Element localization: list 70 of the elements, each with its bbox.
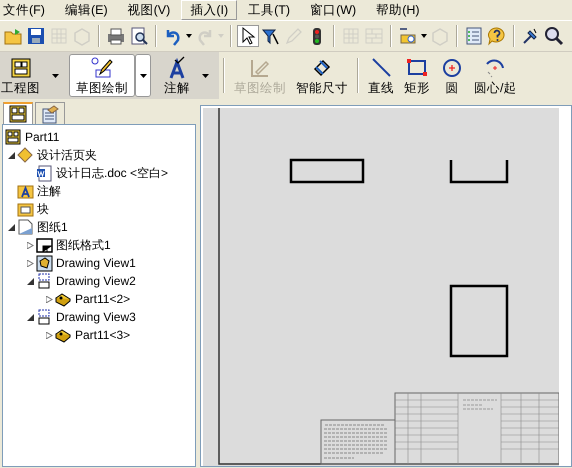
tree-item[interactable]: Part11 bbox=[22, 128, 60, 146]
printer-icon bbox=[106, 26, 126, 46]
menu-item[interactable]: 窗口(W) bbox=[301, 0, 366, 20]
folder-icon bbox=[3, 26, 23, 46]
block-folder-icon bbox=[17, 200, 34, 218]
zoom-button[interactable] bbox=[543, 25, 565, 47]
collapse-icon[interactable] bbox=[8, 152, 14, 158]
expand-icon[interactable] bbox=[26, 260, 34, 266]
expand-icon[interactable] bbox=[46, 332, 52, 338]
menu-item[interactable]: 编辑(E) bbox=[56, 0, 117, 20]
tree-item[interactable]: Drawing View3 bbox=[53, 308, 136, 326]
expand-icon[interactable] bbox=[46, 296, 52, 302]
print-preview-icon bbox=[129, 26, 149, 46]
tree-item[interactable]: 设计日志.doc <空白> bbox=[53, 164, 168, 182]
save-button[interactable] bbox=[25, 25, 47, 47]
tree-item[interactable]: 图纸格式1 bbox=[53, 236, 111, 254]
command-tab[interactable]: 注解 bbox=[157, 54, 197, 97]
part-icon bbox=[55, 290, 72, 308]
collapse-icon[interactable] bbox=[8, 224, 14, 230]
grid-icon bbox=[49, 26, 69, 46]
pencil-icon bbox=[284, 26, 304, 46]
tree-item[interactable]: 设计活页夹 bbox=[34, 146, 97, 164]
sketch-icon bbox=[90, 56, 114, 80]
drawing-icon bbox=[5, 128, 22, 146]
diamond-icon bbox=[17, 146, 34, 164]
checklist-icon bbox=[464, 26, 484, 46]
zoom-icon bbox=[544, 26, 564, 46]
caret-icon bbox=[140, 74, 146, 78]
property-icon bbox=[40, 104, 60, 124]
tool-button[interactable]: 智能尺寸 bbox=[291, 52, 353, 99]
command-tab[interactable]: 草图绘制 bbox=[69, 54, 135, 97]
tool-button[interactable]: 圆 bbox=[435, 52, 469, 99]
caret-icon bbox=[186, 34, 192, 38]
command-tab[interactable]: 工程图 bbox=[0, 54, 47, 97]
caret-icon bbox=[202, 74, 208, 78]
tool-button[interactable]: 直线 bbox=[363, 52, 399, 99]
menu-item[interactable]: 视图(V) bbox=[118, 0, 180, 20]
tree-item[interactable]: Part11<2> bbox=[72, 290, 130, 308]
menu-item[interactable]: 帮助(H) bbox=[367, 0, 429, 20]
menu-item[interactable]: 工具(T) bbox=[239, 0, 300, 20]
tree-item[interactable]: Part11<3> bbox=[72, 326, 130, 344]
sheet-format-icon bbox=[36, 236, 53, 254]
grid-icon bbox=[341, 26, 361, 46]
tool-button[interactable]: 圆心/起 bbox=[469, 52, 522, 99]
document-icon bbox=[36, 164, 53, 182]
tree-item[interactable]: 注解 bbox=[34, 182, 61, 200]
tool-button[interactable]: 矩形 bbox=[399, 52, 435, 99]
part-icon bbox=[55, 326, 72, 344]
expand-icon[interactable] bbox=[26, 242, 34, 248]
sheet-icon bbox=[17, 218, 34, 236]
menu-item[interactable]: 插入(I) bbox=[181, 0, 238, 20]
caret-icon bbox=[421, 34, 427, 38]
panel-tab[interactable] bbox=[35, 102, 65, 124]
caret-icon bbox=[52, 74, 58, 78]
tree-item[interactable]: 块 bbox=[34, 200, 49, 218]
tree-item[interactable]: Drawing View2 bbox=[53, 272, 136, 290]
annotation-folder-icon bbox=[17, 182, 34, 200]
collapse-icon[interactable] bbox=[26, 314, 34, 320]
menu-item[interactable]: 文件(F) bbox=[0, 0, 54, 20]
help-icon bbox=[487, 26, 507, 46]
save-icon bbox=[26, 26, 46, 46]
collapse-icon[interactable] bbox=[26, 278, 34, 284]
tree-item[interactable]: 图纸1 bbox=[34, 218, 68, 236]
drawing-icon bbox=[8, 56, 32, 80]
brick-icon bbox=[364, 26, 384, 46]
tree-item[interactable]: Drawing View1 bbox=[53, 254, 136, 272]
u-shape-view bbox=[450, 160, 508, 184]
cursor-button[interactable] bbox=[237, 25, 259, 47]
panel-tab[interactable] bbox=[3, 102, 33, 124]
drawing-view-icon bbox=[36, 254, 53, 272]
